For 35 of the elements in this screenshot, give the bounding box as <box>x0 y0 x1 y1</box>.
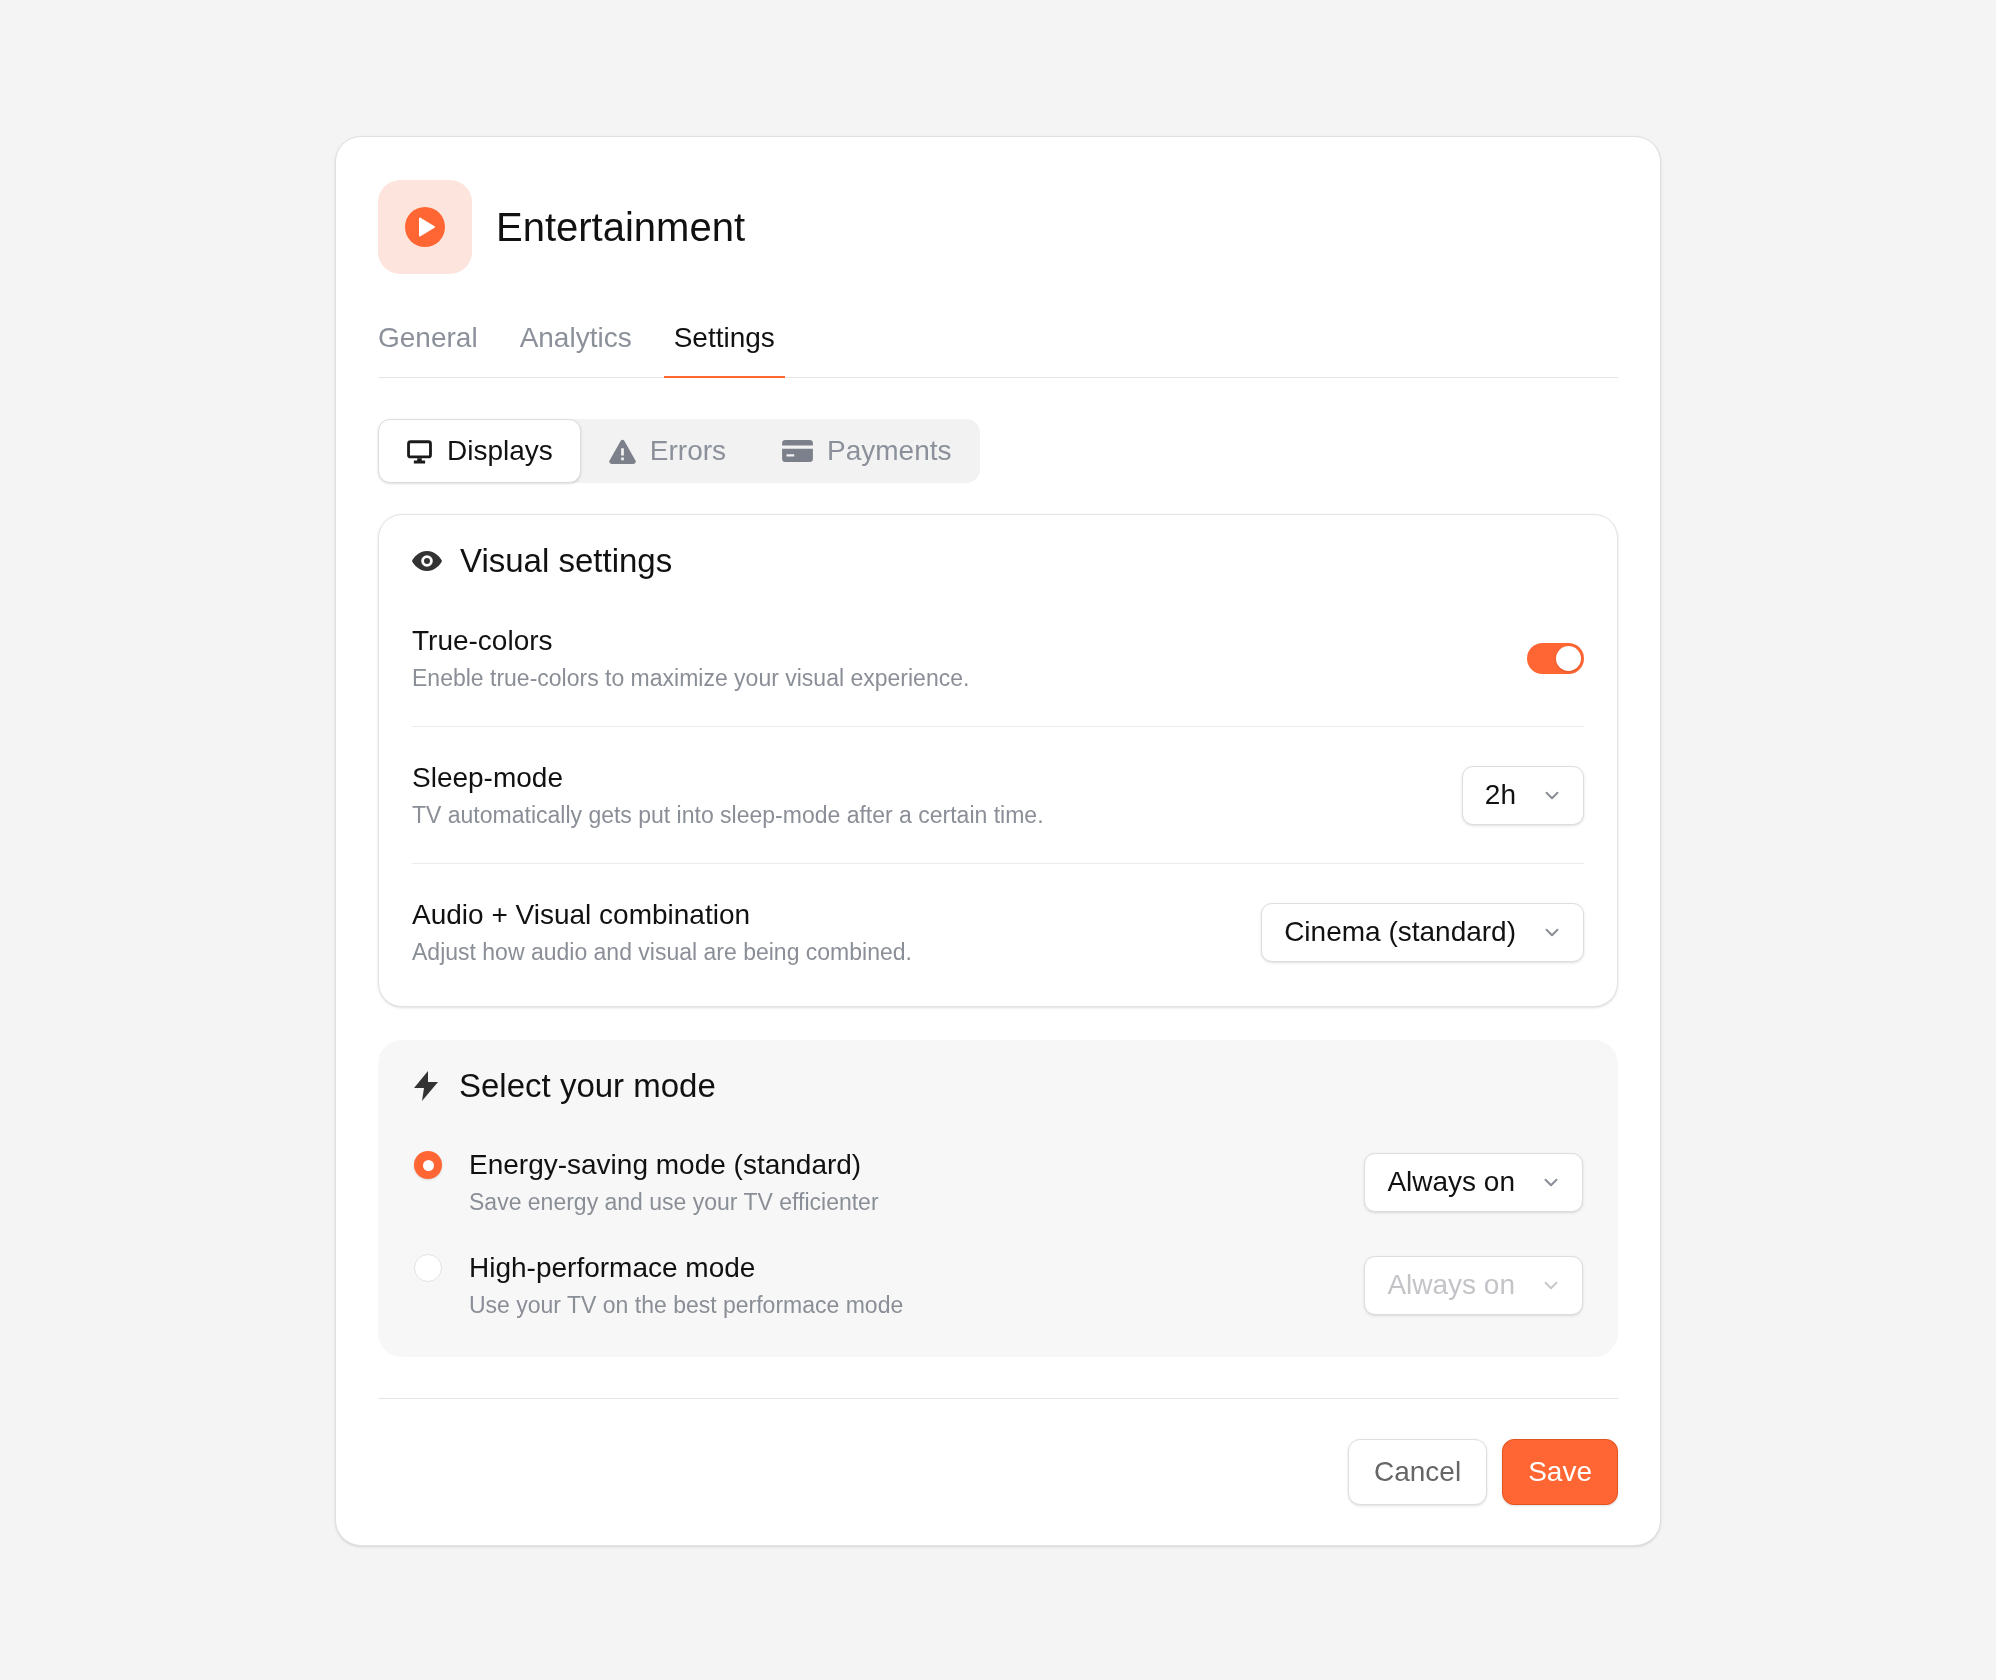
warning-icon <box>608 438 636 464</box>
chevron-down-icon <box>1544 1280 1558 1290</box>
chevron-down-icon <box>1545 790 1559 800</box>
mode-description: Save energy and use your TV efficienter <box>469 1188 879 1217</box>
tab[interactable]: General <box>368 312 488 378</box>
select-dropdown[interactable]: Always on <box>1364 1152 1583 1212</box>
lightning-bolt-icon <box>413 1071 439 1101</box>
cancel-button[interactable]: Cancel <box>1348 1439 1488 1505</box>
tab[interactable]: Settings <box>663 312 785 378</box>
setting-title: Sleep-mode <box>412 761 564 795</box>
toggle-switch[interactable] <box>1527 642 1584 674</box>
radio-button[interactable] <box>414 1254 442 1282</box>
mode-title: Energy-saving mode (standard) <box>469 1148 863 1182</box>
save-button[interactable]: Save <box>1502 1439 1618 1505</box>
segment-tab[interactable]: Displays <box>378 419 581 483</box>
mode-description: Use your TV on the best performace mode <box>469 1291 904 1320</box>
setting-description: Adjust how audio and visual are being combined. <box>412 938 912 967</box>
select-dropdown[interactable]: 2h <box>1461 765 1584 825</box>
section-title: Select your mode <box>459 1066 716 1106</box>
setting-description: TV automatically gets put into sleep-mode after a certain time. <box>412 801 1044 830</box>
chevron-down-icon <box>1544 1177 1558 1187</box>
play-icon <box>378 180 472 274</box>
mode-title: High-performace mode <box>469 1251 757 1285</box>
chevron-down-icon <box>1545 927 1559 937</box>
select-dropdown[interactable]: Cinema (standard) <box>1261 902 1584 962</box>
radio-button[interactable] <box>414 1151 442 1179</box>
eye-icon <box>412 551 442 571</box>
page-title: Entertainment <box>496 204 746 251</box>
section-title: Visual settings <box>460 541 673 581</box>
setting-title: Audio + Visual combination <box>412 898 752 932</box>
monitor-icon <box>406 438 433 464</box>
setting-title: True-colors <box>412 624 554 658</box>
credit-card-icon <box>782 440 814 462</box>
tab[interactable]: Analytics <box>509 312 642 378</box>
setting-description: Eneble true-colors to maximize your visual experience. <box>412 664 970 693</box>
